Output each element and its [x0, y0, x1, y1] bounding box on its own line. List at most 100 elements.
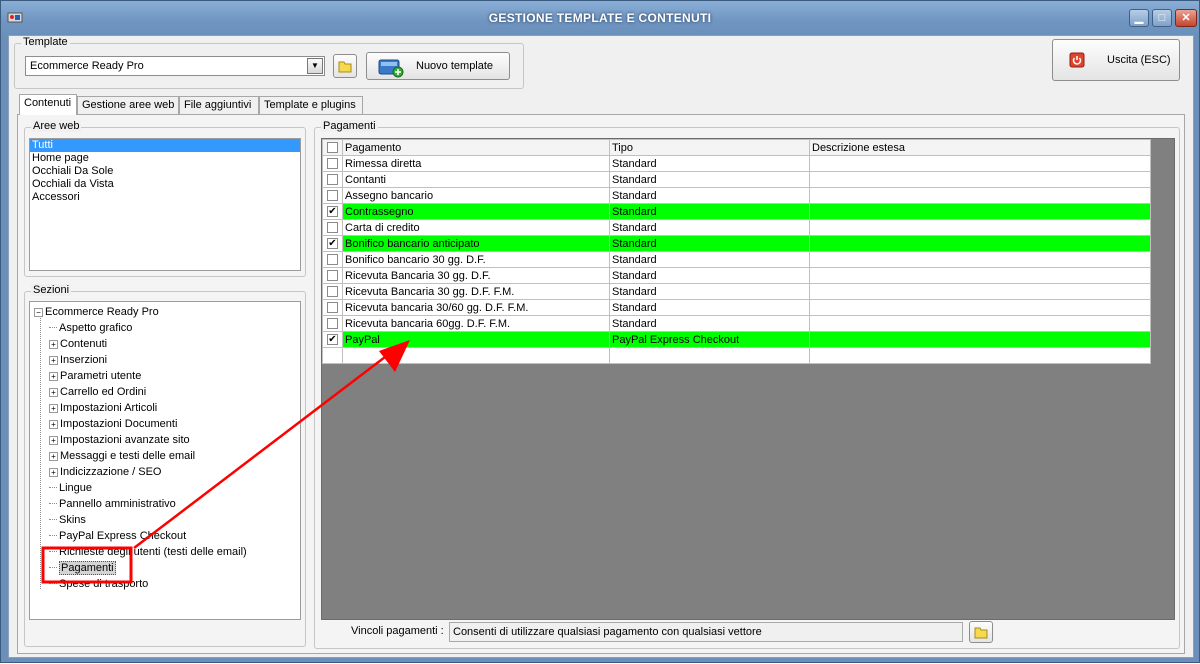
tree-item[interactable]: + Impostazioni avanzate sito [49, 432, 190, 448]
row-checkbox-cell[interactable] [322, 171, 343, 188]
cell-tipo[interactable]: Standard [609, 203, 810, 220]
exit-button[interactable]: Uscita (ESC) [1052, 39, 1180, 81]
cell-descrizione[interactable] [809, 155, 1151, 172]
cell-descrizione[interactable] [809, 267, 1151, 284]
tree-item[interactable]: + Carrello ed Ordini [49, 384, 146, 400]
tree-item[interactable]: Pagamenti [49, 560, 116, 576]
tree-item[interactable]: + Parametri utente [49, 368, 141, 384]
sezioni-tree[interactable]: − Ecommerce Ready Pro Aspetto grafico + Con… [29, 301, 301, 620]
tree-root[interactable]: − Ecommerce Ready Pro [34, 304, 159, 320]
table-row[interactable]: Ricevuta Bancaria 30 gg. D.F. F.M. Standa… [322, 283, 1151, 300]
new-template-button[interactable]: Nuovo template [366, 52, 510, 80]
chevron-down-icon[interactable]: ▼ [307, 58, 323, 74]
tree-item[interactable]: + Messaggi e testi delle email [49, 448, 195, 464]
table-row[interactable]: Assegno bancario Standard [322, 187, 1151, 204]
template-select[interactable]: Ecommerce Ready Pro ▼ [25, 56, 325, 76]
row-checkbox[interactable] [327, 302, 338, 314]
expand-icon[interactable]: + [49, 468, 58, 477]
cell-pagamento[interactable]: PayPal [342, 331, 610, 348]
close-button[interactable]: ✕ [1175, 9, 1197, 27]
cell-tipo[interactable]: Standard [609, 251, 810, 268]
cell-tipo[interactable]: Standard [609, 235, 810, 252]
collapse-icon[interactable]: − [34, 308, 43, 317]
tree-item[interactable]: + Inserzioni [49, 352, 107, 368]
cell-tipo[interactable]: PayPal Express Checkout [609, 331, 810, 348]
table-row[interactable]: Carta di credito Standard [322, 219, 1151, 236]
row-checkbox[interactable] [327, 318, 338, 330]
maximize-button[interactable]: □ [1152, 9, 1172, 27]
table-row[interactable]: Bonifico bancario 30 gg. D.F. Standard [322, 251, 1151, 268]
cell-descrizione[interactable] [809, 283, 1151, 300]
cell-descrizione[interactable] [809, 203, 1151, 220]
row-checkbox[interactable] [327, 286, 338, 298]
tree-item[interactable]: + Indicizzazione / SEO [49, 464, 162, 480]
tab-template-plugins[interactable]: Template e plugins [259, 96, 363, 114]
row-checkbox-cell[interactable]: ✔ [322, 235, 343, 252]
cell-pagamento[interactable]: Bonifico bancario anticipato [342, 235, 610, 252]
row-checkbox[interactable] [327, 254, 338, 266]
vincoli-folder-button[interactable] [969, 621, 993, 643]
list-item-accessori[interactable]: Accessori [30, 191, 300, 204]
row-checkbox[interactable] [327, 190, 338, 202]
row-checkbox-cell[interactable] [322, 315, 343, 332]
vincoli-field[interactable]: Consenti di utilizzare qualsiasi pagamen… [449, 622, 963, 642]
cell-pagamento[interactable]: Ricevuta Bancaria 30 gg. D.F. F.M. [342, 283, 610, 300]
table-row[interactable]: ✔ Contrassegno Standard [322, 203, 1151, 220]
expand-icon[interactable]: + [49, 372, 58, 381]
list-item-tutti[interactable]: Tutti [30, 139, 300, 152]
tree-item[interactable]: PayPal Express Checkout [49, 528, 186, 544]
cell-descrizione[interactable] [809, 251, 1151, 268]
expand-icon[interactable]: + [49, 388, 58, 397]
cell-tipo[interactable]: Standard [609, 155, 810, 172]
cell-descrizione[interactable] [809, 171, 1151, 188]
tree-item[interactable]: Spese di trasporto [49, 576, 148, 592]
cell-descrizione[interactable] [809, 235, 1151, 252]
empty-cell[interactable] [609, 347, 810, 364]
row-checkbox-cell[interactable] [322, 283, 343, 300]
tree-item[interactable]: Pannello amministrativo [49, 496, 176, 512]
cell-descrizione[interactable] [809, 187, 1151, 204]
select-all-checkbox[interactable] [327, 142, 338, 154]
open-folder-button[interactable] [333, 54, 357, 78]
row-checkbox-cell[interactable] [322, 267, 343, 284]
row-checkbox[interactable] [327, 270, 338, 282]
table-row[interactable]: Ricevuta bancaria 30/60 gg. D.F. F.M. Sta… [322, 299, 1151, 316]
tab-contenuti[interactable]: Contenuti [19, 94, 77, 115]
table-row[interactable]: Ricevuta bancaria 60gg. D.F. F.M. Standar… [322, 315, 1151, 332]
cell-tipo[interactable]: Standard [609, 267, 810, 284]
list-item-home-page[interactable]: Home page [30, 152, 300, 165]
expand-icon[interactable]: + [49, 420, 58, 429]
cell-pagamento[interactable]: Bonifico bancario 30 gg. D.F. [342, 251, 610, 268]
tree-item[interactable]: Lingue [49, 480, 92, 496]
row-checkbox-cell[interactable] [322, 187, 343, 204]
pagamenti-grid[interactable]: Pagamento Tipo Descrizione estesa Rimess… [321, 138, 1175, 620]
row-checkbox-cell[interactable]: ✔ [322, 203, 343, 220]
table-row[interactable]: ✔ Bonifico bancario anticipato Standard [322, 235, 1151, 252]
expand-icon[interactable]: + [49, 356, 58, 365]
row-checkbox-cell[interactable] [322, 155, 343, 172]
column-header-tipo[interactable]: Tipo [609, 139, 810, 156]
expand-icon[interactable]: + [49, 340, 58, 349]
cell-descrizione[interactable] [809, 219, 1151, 236]
empty-cell[interactable] [322, 347, 343, 364]
cell-pagamento[interactable]: Assegno bancario [342, 187, 610, 204]
expand-icon[interactable]: + [49, 404, 58, 413]
row-checkbox-cell[interactable]: ✔ [322, 331, 343, 348]
empty-cell[interactable] [809, 347, 1151, 364]
cell-tipo[interactable]: Standard [609, 299, 810, 316]
cell-tipo[interactable]: Standard [609, 315, 810, 332]
column-header-pagamento[interactable]: Pagamento [342, 139, 610, 156]
tree-item[interactable]: + Impostazioni Documenti [49, 416, 177, 432]
list-item-occhiali-da-vista[interactable]: Occhiali da Vista [30, 178, 300, 191]
tree-item[interactable]: Richieste degli utenti (testi delle emai… [49, 544, 247, 560]
list-item-occhiali-da-sole[interactable]: Occhiali Da Sole [30, 165, 300, 178]
row-checkbox-cell[interactable] [322, 299, 343, 316]
expand-icon[interactable]: + [49, 436, 58, 445]
table-row[interactable]: Rimessa diretta Standard [322, 155, 1151, 172]
row-checkbox[interactable] [327, 222, 338, 234]
table-row[interactable]: Ricevuta Bancaria 30 gg. D.F. Standard [322, 267, 1151, 284]
row-checkbox-cell[interactable] [322, 251, 343, 268]
row-checkbox[interactable]: ✔ [327, 238, 338, 250]
tree-item[interactable]: + Impostazioni Articoli [49, 400, 157, 416]
row-checkbox[interactable] [327, 158, 338, 170]
